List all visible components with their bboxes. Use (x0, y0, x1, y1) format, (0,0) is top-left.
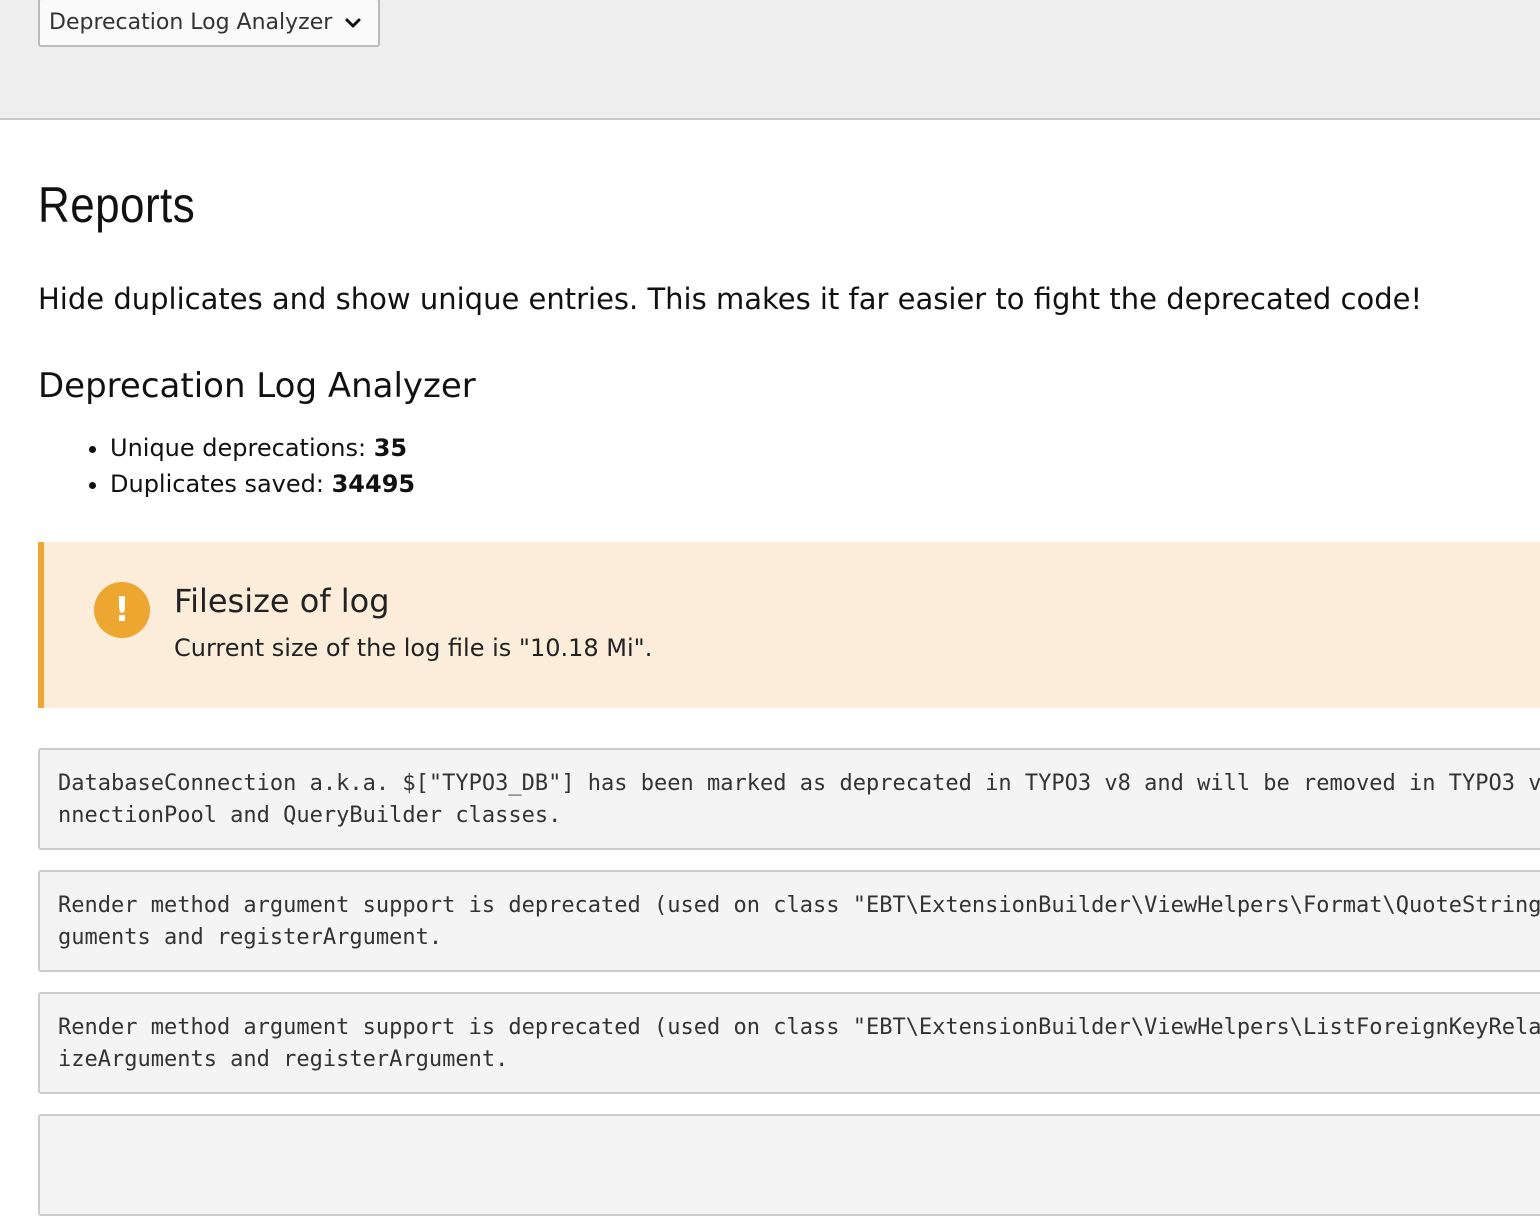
stat-value: 34495 (331, 470, 416, 498)
chevron-down-icon (345, 18, 361, 28)
intro-text: Hide duplicates and show unique entries.… (38, 282, 1423, 316)
stat-duplicates-saved: Duplicates saved: 34495 (110, 466, 415, 502)
module-select-value: Deprecation Log Analyzer (49, 10, 333, 35)
stat-label: Unique deprecations: (110, 434, 374, 462)
entry-text: DatabaseConnection a.k.a. $["TYPO3_DB"] … (58, 768, 1540, 832)
entry-line: izeArguments and registerArgument. (58, 1047, 509, 1072)
entry-text: Render method argument support is deprec… (58, 1012, 1540, 1076)
entry-text: Render method argument support is deprec… (58, 890, 1540, 954)
module-select[interactable]: Deprecation Log Analyzer (38, 0, 380, 47)
deprecation-entry: DatabaseConnection a.k.a. $["TYPO3_DB"] … (38, 748, 1540, 850)
stat-unique-deprecations: Unique deprecations: 35 (110, 430, 415, 466)
entry-line: guments and registerArgument. (58, 925, 443, 950)
deprecation-entry: Render method argument support is deprec… (38, 992, 1540, 1094)
exclamation-icon: ! (94, 582, 150, 638)
entry-line: DatabaseConnection a.k.a. $["TYPO3_DB"] … (58, 771, 1540, 796)
section-title: Deprecation Log Analyzer (38, 366, 476, 406)
callout-title: Filesize of log (174, 582, 390, 620)
entry-line: Render method argument support is deprec… (58, 893, 1540, 918)
deprecation-entry: Render method argument support is deprec… (38, 870, 1540, 972)
stat-value: 35 (373, 434, 408, 462)
module-toolbar: Deprecation Log Analyzer (0, 0, 1540, 120)
callout-body: Current size of the log file is "10.18 M… (174, 634, 653, 662)
stats-list: Unique deprecations: 35 Duplicates saved… (72, 430, 415, 502)
entry-line: nnectionPool and QueryBuilder classes. (58, 803, 562, 828)
stat-label: Duplicates saved: (110, 470, 332, 498)
warning-callout: ! Filesize of log Current size of the lo… (38, 542, 1540, 708)
deprecation-entry-partial (38, 1114, 1540, 1216)
entry-line: Render method argument support is deprec… (58, 1015, 1540, 1040)
page-title: Reports (38, 177, 196, 233)
